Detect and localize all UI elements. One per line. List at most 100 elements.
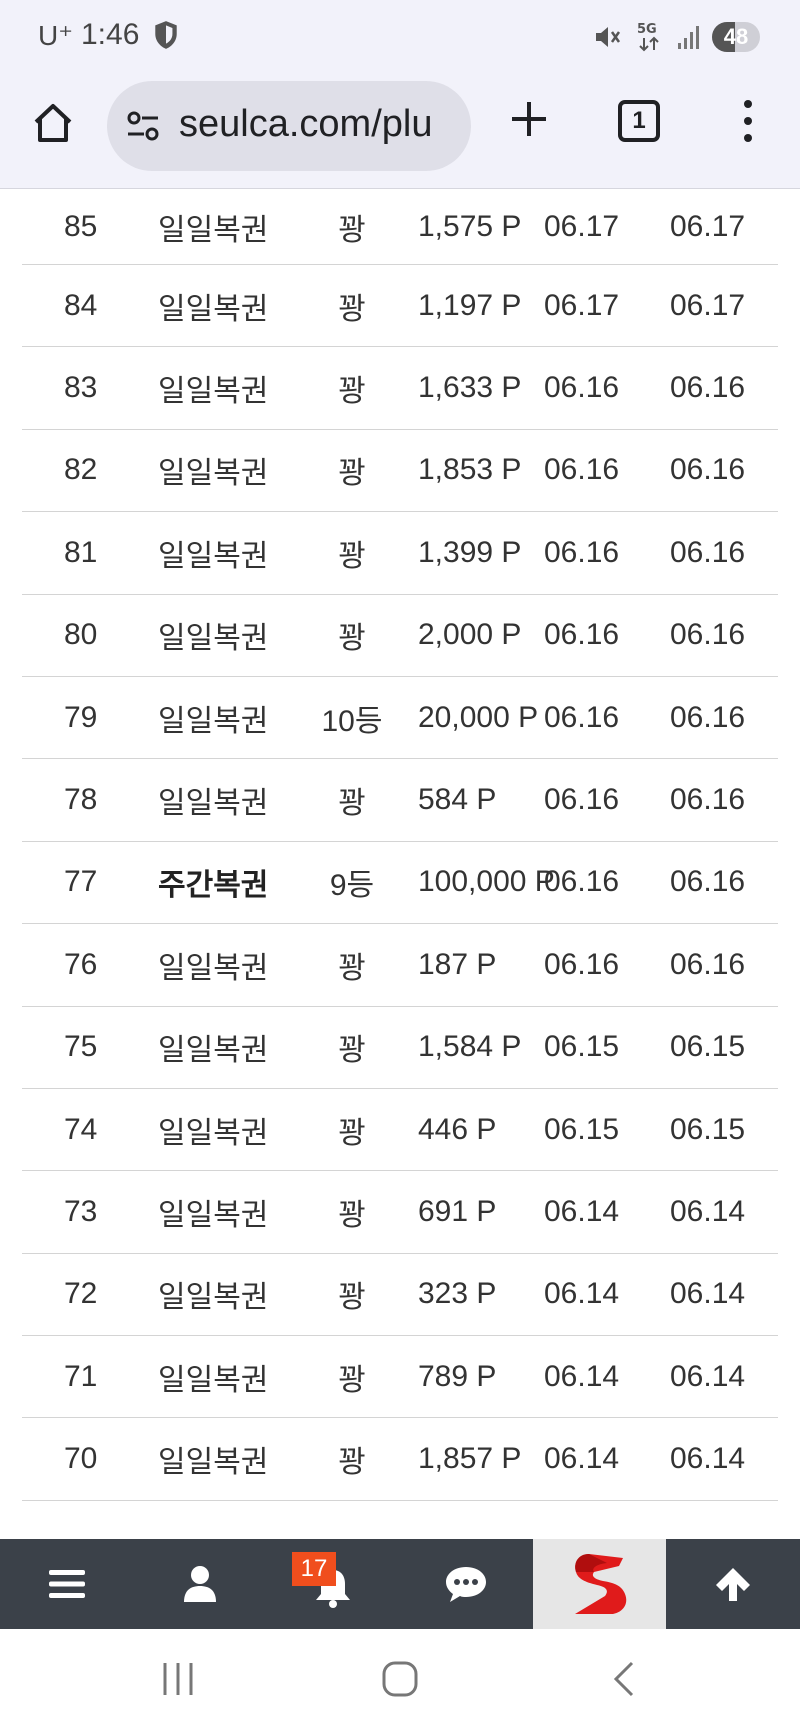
prize-rank: 꽝 [338,213,366,247]
prize-points: 187 P [418,947,497,981]
draw-date: 06.17 [544,209,620,243]
home-icon[interactable] [30,100,76,146]
prize-points: 1,399 P [418,535,522,569]
prize-points: 20,000 P [418,700,539,734]
prize-rank: 꽝 [338,1446,366,1480]
table-row: 74 일일복권 꽝 446 P 06.15 06.15 [22,1089,778,1172]
paid-date: 06.17 [670,288,746,322]
entry-number: 72 [64,1277,98,1311]
paid-date: 06.15 [670,1030,746,1064]
paid-date: 06.16 [670,371,746,405]
draw-date: 06.16 [544,453,620,487]
lottery-type: 일일복권 [158,1034,269,1068]
home-circle-icon[interactable] [380,1659,420,1699]
paid-date: 06.16 [670,618,746,652]
chat-button[interactable] [399,1539,532,1629]
prize-points: 446 P [418,1112,497,1146]
recent-apps-icon[interactable] [160,1659,196,1699]
entry-number: 80 [64,618,98,652]
site-logo-button[interactable] [533,1539,666,1629]
draw-date: 06.17 [544,288,620,322]
prize-points: 1,857 P [418,1442,522,1476]
paid-date: 06.16 [670,947,746,981]
prize-rank: 꽝 [338,375,366,409]
new-tab-icon[interactable] [508,98,550,140]
prize-points: 789 P [418,1359,497,1393]
draw-date: 06.16 [544,700,620,734]
table-row: 71 일일복권 꽝 789 P 06.14 06.14 [22,1336,778,1419]
lottery-type: 일일복권 [158,951,269,985]
entry-number: 76 [64,947,98,981]
prize-rank: 꽝 [338,1281,366,1315]
lottery-history-table: 85 일일복권 꽝 1,575 P 06.17 06.17 84 일일복권 꽝 1,197 P 06… [22,189,778,1501]
notification-count-badge: 17 [292,1552,336,1586]
paid-date: 06.16 [670,700,746,734]
paid-date: 06.16 [670,535,746,569]
table-row: 79 일일복권 10등 20,000 P 06.16 06.16 [22,677,778,760]
entry-number: 82 [64,453,98,487]
lottery-type: 일일복권 [158,1116,269,1150]
draw-date: 06.16 [544,947,620,981]
network-icon: 5G [637,22,659,52]
table-row: 73 일일복권 꽝 691 P 06.14 06.14 [22,1171,778,1254]
shield-icon [155,21,178,49]
lottery-type: 일일복권 [158,787,269,821]
table-row: 76 일일복권 꽝 187 P 06.16 06.16 [22,924,778,1007]
scroll-top-button[interactable] [666,1539,800,1629]
prize-rank: 꽝 [338,1198,366,1232]
draw-date: 06.14 [544,1194,620,1228]
menu-button[interactable] [0,1539,133,1629]
lottery-type: 일일복권 [158,375,269,409]
prize-rank: 꽝 [338,539,366,573]
prize-points: 1,853 P [418,453,522,487]
entry-number: 77 [64,865,98,899]
lottery-type: 일일복권 [158,213,269,247]
prize-rank: 9등 [329,869,375,903]
draw-date: 06.14 [544,1277,620,1311]
paid-date: 06.16 [670,783,746,817]
prize-rank: 꽝 [338,292,366,326]
draw-date: 06.16 [544,865,620,899]
site-logo-icon [574,1554,626,1614]
battery-indicator: 48 [712,22,760,52]
arrow-up-icon [716,1568,750,1601]
table-row: 85 일일복권 꽝 1,575 P 06.17 06.17 [22,189,778,265]
draw-date: 06.14 [544,1359,620,1393]
entry-number: 81 [64,535,98,569]
prize-rank: 꽝 [338,1363,366,1397]
mute-icon [596,27,621,47]
prize-points: 100,000 P [418,865,555,899]
entry-number: 71 [64,1359,98,1393]
status-bar: U⁺ 1:46 5G 48 [0,0,800,76]
prize-points: 1,197 P [418,288,522,322]
chat-icon [445,1567,486,1602]
url-text: seulca.com/plu [179,103,433,145]
browser-toolbar: seulca.com/plu 1 [0,76,800,189]
paid-date: 06.17 [670,209,746,243]
carrier-label: U⁺ [38,19,73,51]
lottery-type: 일일복권 [158,539,269,573]
battery-level: 48 [723,24,749,49]
table-row: 78 일일복권 꽝 584 P 06.16 06.16 [22,759,778,842]
profile-button[interactable] [133,1539,266,1629]
prize-points: 323 P [418,1277,497,1311]
entry-number: 85 [64,209,98,243]
entry-number: 70 [64,1442,98,1476]
more-options-icon[interactable] [736,98,760,144]
lottery-type: 일일복권 [158,1446,269,1480]
prize-rank: 꽝 [338,951,366,985]
paid-date: 06.16 [670,453,746,487]
lottery-type: 일일복권 [158,457,269,491]
prize-points: 691 P [418,1194,497,1228]
tab-switcher-button[interactable]: 1 [618,100,660,142]
paid-date: 06.14 [670,1442,746,1476]
address-bar[interactable]: seulca.com/plu [107,81,471,171]
site-settings-icon[interactable] [125,109,161,143]
prize-points: 1,584 P [418,1030,522,1064]
back-icon[interactable] [610,1659,638,1699]
paid-date: 06.16 [670,865,746,899]
prize-points: 1,633 P [418,371,522,405]
entry-number: 79 [64,700,98,734]
prize-rank: 10등 [321,704,383,738]
network-label: 5G [637,22,657,37]
